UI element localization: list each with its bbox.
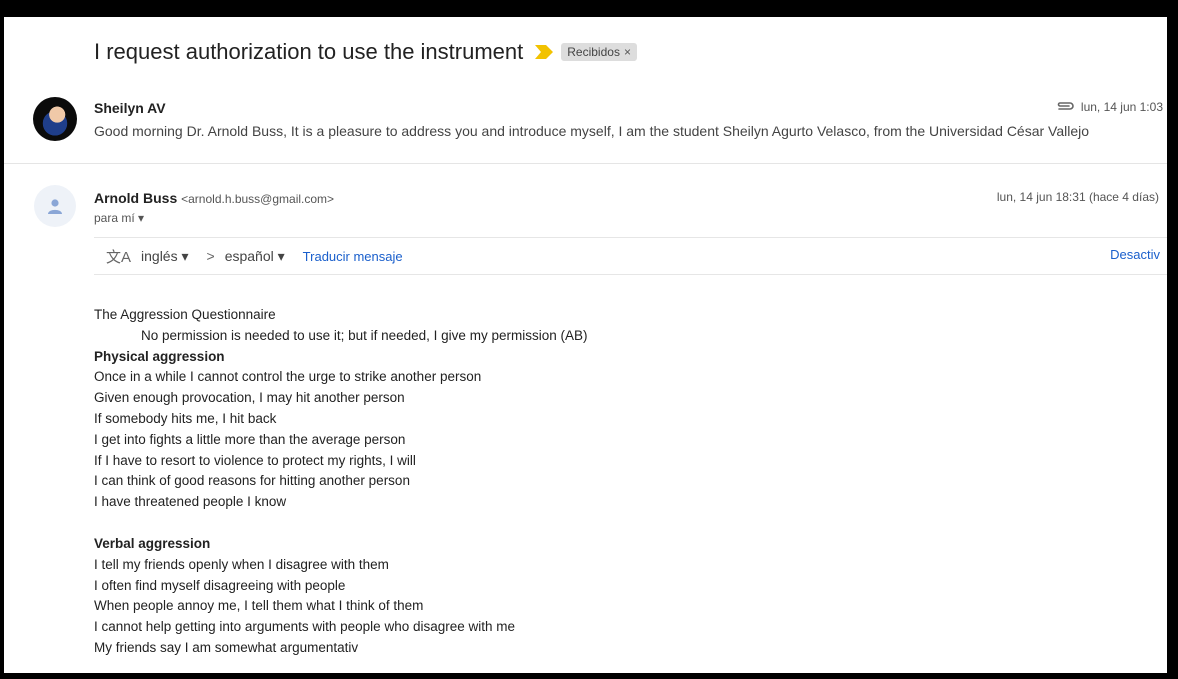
collapsed-message[interactable]: Sheilyn AV lun, 14 jun 1:03 Good morning… — [4, 92, 1167, 166]
email-viewer: I request authorization to use the instr… — [4, 17, 1167, 673]
list-item: My friends say I am somewhat argumentati… — [94, 639, 359, 655]
section-heading: Verbal aggression — [94, 535, 211, 551]
disable-translation-link[interactable]: Desactiv — [1110, 247, 1160, 262]
list-item: If I have to resort to violence to prote… — [94, 452, 416, 468]
list-item: When people annoy me, I tell them what I… — [94, 598, 424, 614]
message-date: lun, 14 jun 1:03 — [1055, 100, 1163, 114]
label-chip-text: Recibidos — [567, 45, 620, 59]
label-chip-inbox[interactable]: Recibidos × — [561, 43, 637, 61]
translate-bar: 文A inglés ▾ > español ▾ Traducir mensaje… — [94, 237, 1167, 275]
message-date-text: lun, 14 jun 1:03 — [1080, 100, 1163, 114]
chevron-right-icon: > — [206, 248, 215, 264]
list-item: If somebody hits me, I hit back — [94, 410, 277, 426]
target-language-dropdown[interactable]: español ▾ — [225, 248, 285, 265]
paperclip-icon — [1055, 100, 1075, 114]
list-item: Once in a while I cannot control the urg… — [94, 369, 482, 385]
list-item: I get into fights a little more than the… — [94, 431, 406, 447]
list-item: I tell my friends openly when I disagree… — [94, 556, 389, 572]
message-body: The Aggression Questionnaire No permissi… — [94, 305, 587, 659]
list-item: Given enough provocation, I may hit anot… — [94, 390, 405, 406]
remove-label-button[interactable]: × — [624, 45, 631, 59]
list-item: I can think of good reasons for hitting … — [94, 473, 410, 489]
important-marker-icon[interactable] — [535, 45, 554, 59]
list-item: I often find myself disagreeing with peo… — [94, 577, 346, 593]
message-snippet: Good morning Dr. Arnold Buss, It is a pl… — [94, 123, 1090, 139]
sender-email: <arnold.h.buss@gmail.com> — [181, 192, 335, 206]
permission-note: No permission is needed to use it; but i… — [141, 327, 588, 343]
sender-line: Arnold Buss <arnold.h.buss@gmail.com> — [94, 190, 334, 206]
list-item: I cannot help getting into arguments wit… — [94, 619, 516, 635]
section-heading: Physical aggression — [94, 348, 225, 364]
translate-message-link[interactable]: Traducir mensaje — [303, 249, 403, 264]
message-date: lun, 14 jun 18:31 (hace 4 días) — [996, 190, 1159, 204]
list-item: I have threatened people I know — [94, 494, 287, 510]
sender-name: Sheilyn AV — [94, 100, 166, 116]
sender-name: Arnold Buss — [94, 190, 178, 206]
email-subject: I request authorization to use the instr… — [94, 39, 524, 64]
translate-icon: 文A — [106, 248, 132, 266]
body-title: The Aggression Questionnaire — [94, 307, 276, 322]
source-language-dropdown[interactable]: inglés ▾ — [141, 248, 189, 265]
subject-row: I request authorization to use the instr… — [94, 39, 637, 65]
sender-avatar — [33, 97, 77, 141]
person-icon[interactable] — [34, 185, 76, 227]
recipient-details-toggle[interactable]: para mí ▾ — [94, 211, 144, 225]
message-divider — [4, 163, 1167, 164]
